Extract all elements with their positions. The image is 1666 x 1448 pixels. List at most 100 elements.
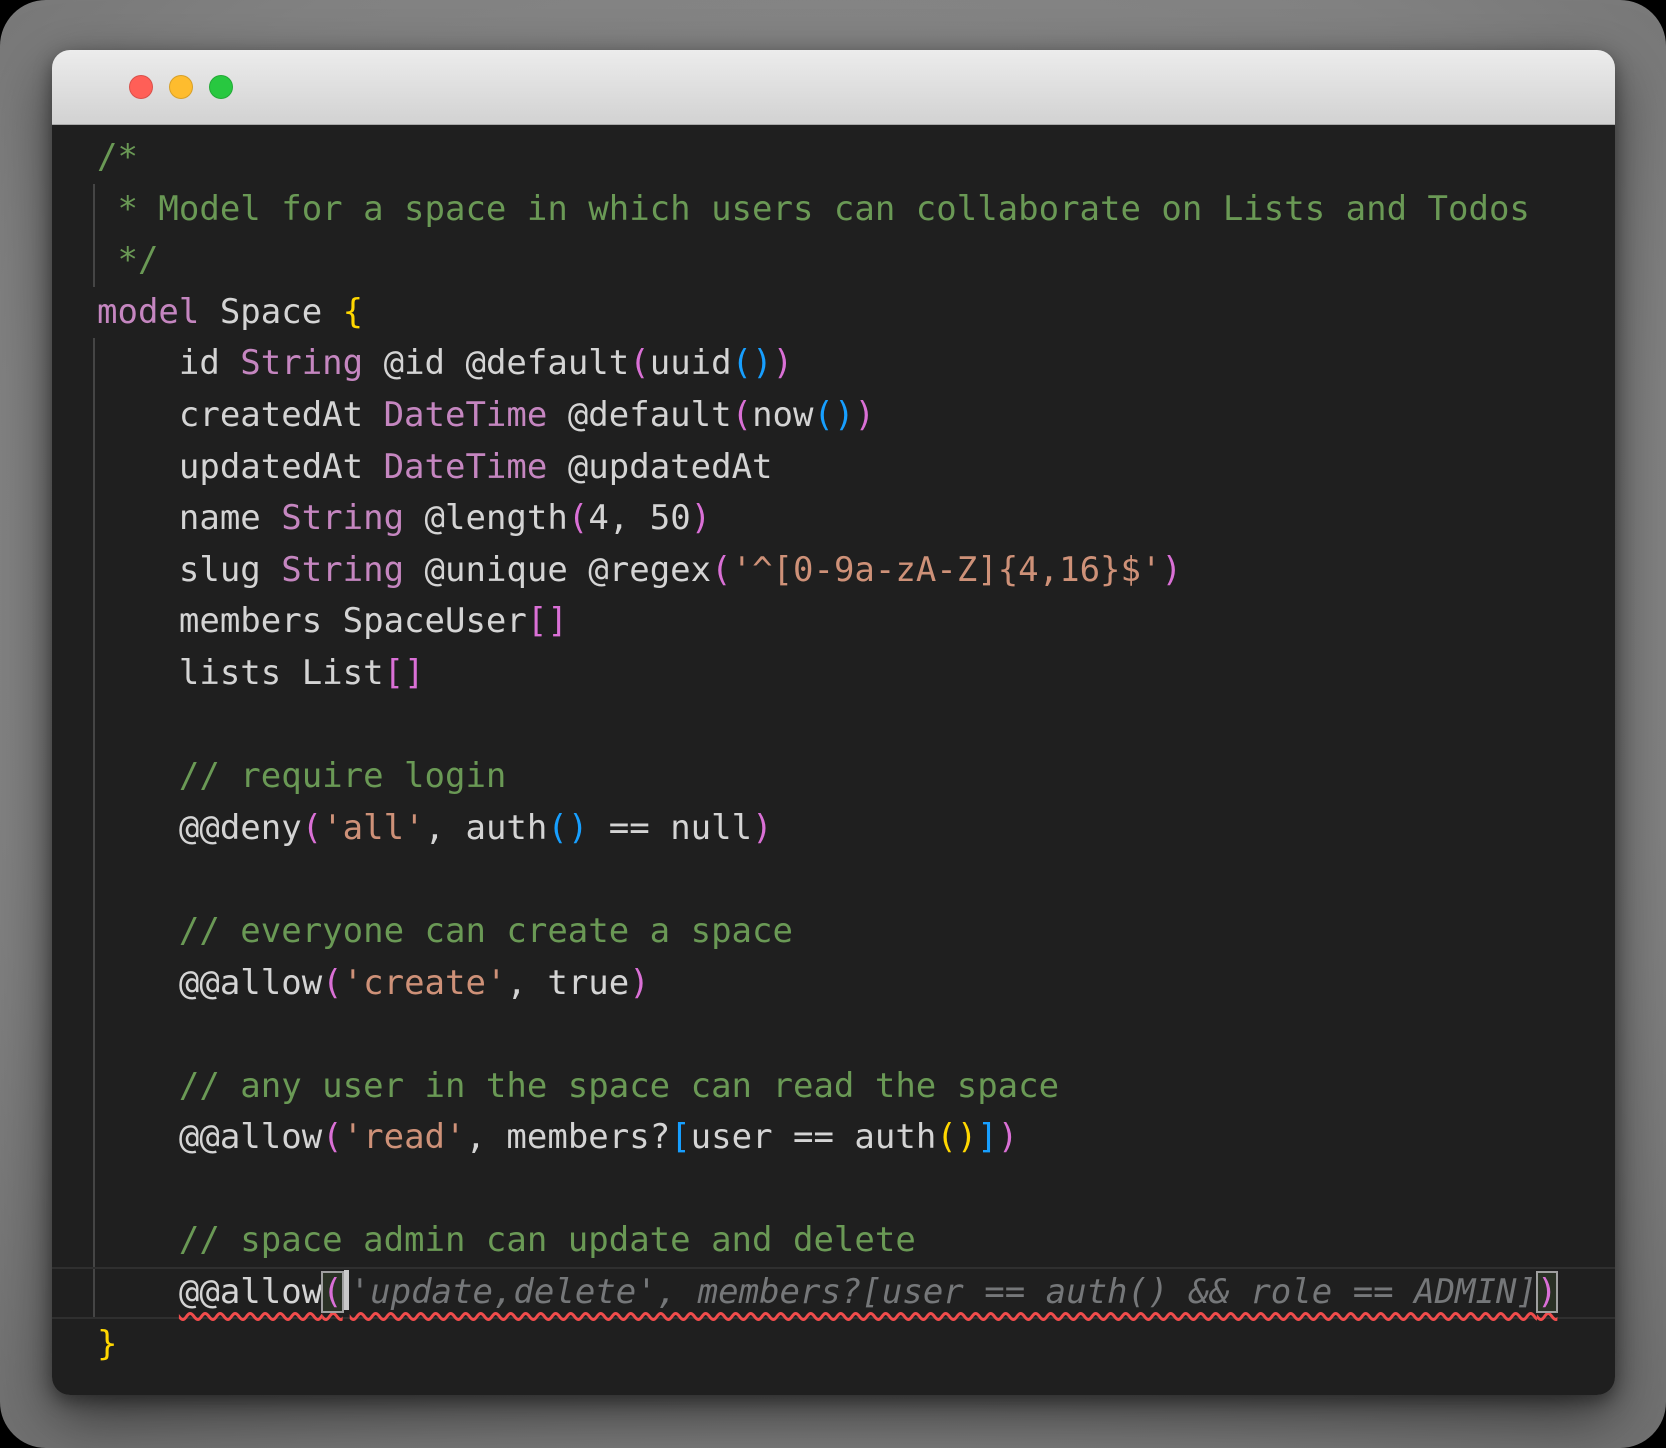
matched-open-paren: ( (321, 1271, 344, 1314)
code-token: Space (199, 291, 343, 332)
code-line[interactable] (97, 700, 1615, 752)
code-line[interactable]: // any user in the space can read the sp… (97, 1061, 1615, 1113)
close-window-button[interactable] (129, 75, 153, 99)
code-token: /* (97, 137, 138, 177)
code-token: } (97, 1323, 118, 1364)
code-token: 4, 50 (588, 498, 691, 539)
code-token: { (342, 291, 364, 332)
code-line[interactable] (97, 1164, 1615, 1216)
code-token: // everyone can create a space (97, 910, 793, 951)
code-token: @length (404, 498, 568, 539)
code-token: ( (731, 394, 753, 435)
code-token: '^[0-9a-zA-Z]{4,16}$' (731, 549, 1162, 590)
code-token: ( (629, 343, 650, 384)
code-token: // any user in the space can read the sp… (97, 1065, 1060, 1106)
code-token: @default (547, 394, 732, 435)
window-title-bar[interactable] (52, 50, 1615, 125)
code-line[interactable] (97, 854, 1615, 906)
code-token: [] (383, 652, 425, 693)
code-line[interactable]: slug String @unique @regex('^[0-9a-zA-Z]… (97, 545, 1615, 597)
code-token: model (97, 291, 200, 332)
editor-window: /* * Model for a space in which users ca… (52, 50, 1615, 1395)
code-token: ) (690, 498, 712, 539)
code-token: ) (772, 343, 794, 384)
code-token: ( (322, 1117, 343, 1158)
desktop-background: /* * Model for a space in which users ca… (0, 0, 1666, 1448)
code-token: ( (301, 807, 323, 848)
code-token: lists List (97, 652, 384, 693)
code-token: @updatedAt (547, 446, 773, 487)
code-line[interactable]: createdAt DateTime @default(now()) (97, 390, 1615, 442)
code-line[interactable]: lists List[] (97, 648, 1615, 700)
text-cursor (343, 1270, 349, 1311)
code-token: ) (752, 807, 773, 848)
code-token: String (240, 343, 364, 384)
minimize-window-button[interactable] (169, 75, 193, 99)
code-token: ) (997, 1117, 1019, 1158)
code-line[interactable]: // space admin can update and delete (97, 1215, 1615, 1267)
code-token: @@allow (97, 962, 323, 1003)
zoom-window-button[interactable] (209, 75, 233, 99)
code-token: @@allow (97, 1117, 323, 1158)
code-token: ] (977, 1117, 998, 1158)
code-line[interactable]: members SpaceUser[] (97, 596, 1615, 648)
code-line[interactable]: updatedAt DateTime @updatedAt (97, 442, 1615, 494)
code-token: // space admin can update and delete (97, 1220, 916, 1261)
code-token: uuid (649, 343, 732, 384)
code-line-active[interactable]: @@allow('update,delete', members?[user =… (52, 1267, 1615, 1319)
code-token: ( (567, 498, 589, 539)
code-token: DateTime (383, 446, 548, 487)
code-token: name (97, 498, 282, 539)
code-line[interactable]: * Model for a space in which users can c… (97, 184, 1615, 236)
code-token: , true (506, 962, 630, 1003)
indent-guide (93, 338, 95, 1319)
code-line[interactable]: @@allow('read', members?[user == auth()]… (97, 1112, 1615, 1164)
code-token: () (731, 343, 773, 384)
code-token: , auth (424, 807, 548, 848)
code-token: == null (588, 807, 753, 848)
code-token: 'create' (342, 962, 507, 1003)
code-token: ) (1161, 549, 1182, 590)
code-token: slug (97, 549, 282, 590)
code-line[interactable]: // everyone can create a space (97, 906, 1615, 958)
code-line[interactable]: @@allow('create', true) (97, 958, 1615, 1010)
code-line[interactable]: name String @length(4, 50) (97, 493, 1615, 545)
code-line[interactable]: /* (97, 132, 1615, 184)
code-token: () (936, 1117, 978, 1158)
code-line[interactable]: @@deny('all', auth() == null) (97, 803, 1615, 855)
code-token: @@allow (178, 1272, 323, 1313)
code-token: String (281, 498, 405, 539)
code-token: user == auth (690, 1117, 937, 1158)
code-lines: /* * Model for a space in which users ca… (97, 132, 1615, 1370)
code-line[interactable]: model Space { (97, 287, 1615, 339)
code-line[interactable]: // require login (97, 751, 1615, 803)
code-token: * Model for a space in which users can c… (97, 188, 1530, 229)
code-editor[interactable]: /* * Model for a space in which users ca… (52, 125, 1615, 1395)
code-line[interactable] (97, 1009, 1615, 1061)
code-token: now (752, 394, 814, 435)
code-token: [ (670, 1117, 691, 1158)
code-token: () (547, 807, 589, 848)
error-squiggle: @@allow('update,delete', members?[user =… (178, 1270, 1559, 1314)
matched-close-paren: ) (1535, 1271, 1559, 1314)
code-token: // require login (97, 756, 507, 797)
code-line[interactable]: */ (97, 235, 1615, 287)
code-line[interactable]: id String @id @default(uuid()) (97, 338, 1615, 390)
code-line[interactable]: } (97, 1319, 1615, 1371)
code-token: createdAt (97, 394, 384, 435)
code-token: () (813, 394, 855, 435)
code-token: ) (854, 394, 875, 435)
code-token: members SpaceUser (97, 601, 527, 642)
code-token: ( (322, 962, 343, 1003)
code-token: @@deny (97, 807, 302, 848)
code-token: */ (97, 240, 159, 281)
code-token: [] (526, 601, 568, 642)
code-token: 'all' (322, 807, 425, 848)
code-token: String (281, 549, 405, 590)
code-token: DateTime (383, 394, 548, 435)
code-token: 'read' (342, 1117, 466, 1158)
code-token: @id @default (363, 343, 630, 384)
code-token: ( (711, 549, 732, 590)
code-token: @unique @regex (404, 549, 712, 590)
